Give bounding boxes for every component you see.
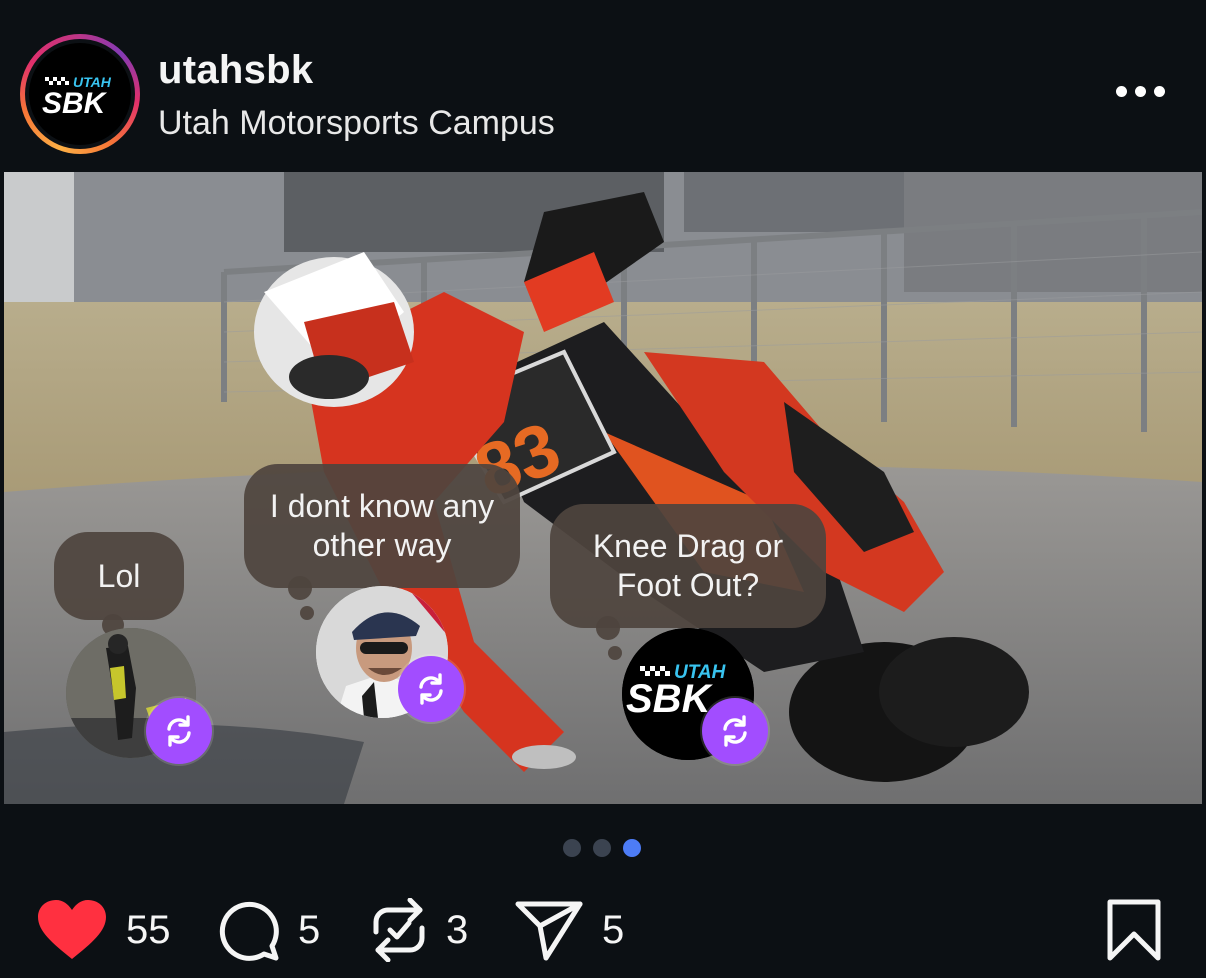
repost-button[interactable]: 3 (370, 898, 468, 962)
send-icon (515, 901, 583, 961)
post-image[interactable]: 83 Lol I dont know any other way Knee Dr… (4, 172, 1202, 804)
reply-text: Knee Drag or Foot Out? (592, 528, 784, 603)
profile-avatar[interactable]: UTAH SBK (20, 34, 140, 154)
repost-icon (419, 673, 443, 705)
carousel-dot[interactable] (593, 839, 611, 857)
more-horizontal-icon (1116, 86, 1127, 97)
more-options-button[interactable] (1110, 80, 1170, 106)
repost-badge (146, 698, 212, 764)
comment-icon (219, 901, 279, 961)
svg-text:SBK: SBK (42, 87, 108, 120)
carousel-dot[interactable] (563, 839, 581, 857)
save-button[interactable] (1106, 898, 1162, 962)
reply-bubble[interactable]: Knee Drag or Foot Out? (550, 504, 826, 660)
bookmark-icon (1107, 899, 1161, 961)
action-bar: 55 5 3 5 (0, 880, 1206, 978)
reply-bubble[interactable]: Lol (54, 532, 184, 636)
like-count: 55 (126, 907, 171, 952)
carousel-dot-active[interactable] (623, 839, 641, 857)
comment-count: 5 (298, 907, 321, 952)
reply-text: Lol (97, 557, 141, 594)
svg-text:SBK: SBK (626, 677, 714, 721)
like-button[interactable]: 55 (36, 898, 171, 962)
repost-icon (373, 898, 425, 962)
reply-bubble[interactable]: I dont know any other way (244, 464, 520, 620)
reply-text: I dont know any other way (269, 488, 495, 563)
repost-icon (167, 715, 191, 747)
share-button[interactable]: 5 (514, 898, 624, 962)
location-link[interactable]: Utah Motorsports Campus (158, 104, 555, 143)
carousel-indicator (563, 839, 653, 857)
repost-badge (702, 698, 768, 764)
repost-badge (398, 656, 464, 722)
heart-icon (38, 900, 106, 959)
share-count: 5 (602, 907, 625, 952)
repost-count: 3 (446, 907, 469, 952)
username[interactable]: utahsbk (158, 48, 313, 93)
utahsbk-logo: UTAH SBK (29, 43, 131, 145)
comment-button[interactable]: 5 (216, 898, 320, 962)
repost-icon (723, 715, 747, 747)
post-header: UTAH SBK utahsbk Utah Motorsports Campus (0, 0, 1206, 172)
